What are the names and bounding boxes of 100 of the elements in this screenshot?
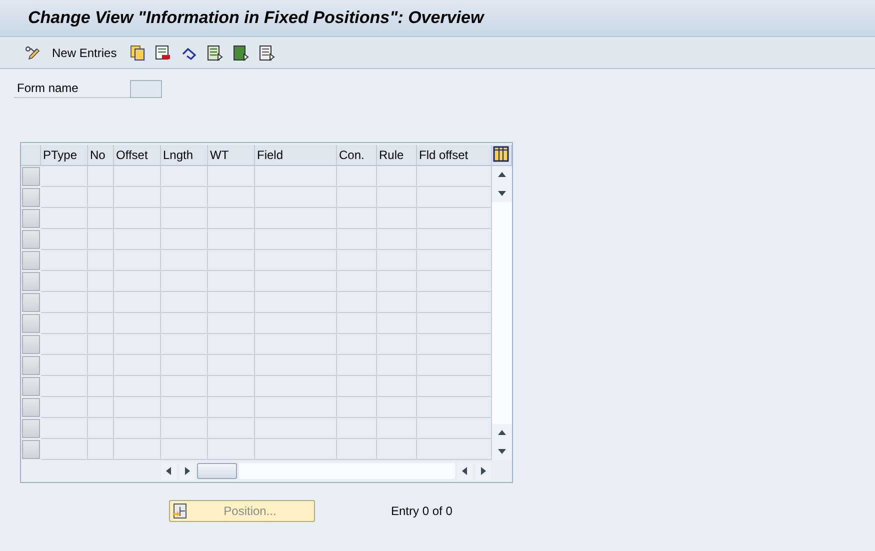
scroll-right-button[interactable]	[179, 462, 195, 480]
table-cell[interactable]	[41, 208, 88, 229]
table-cell[interactable]	[337, 292, 377, 313]
row-selector[interactable]	[22, 293, 40, 312]
table-cell[interactable]	[377, 187, 417, 208]
column-header[interactable]: Field	[255, 145, 337, 166]
table-cell[interactable]	[114, 229, 161, 250]
table-cell[interactable]	[88, 313, 114, 334]
table-cell[interactable]	[337, 418, 377, 439]
column-header[interactable]: No	[88, 145, 114, 166]
row-selector[interactable]	[22, 419, 40, 438]
table-cell[interactable]	[337, 250, 377, 271]
table-cell[interactable]	[161, 334, 208, 355]
table-cell[interactable]	[208, 334, 255, 355]
table-cell[interactable]	[208, 376, 255, 397]
table-cell[interactable]	[208, 397, 255, 418]
table-cell[interactable]	[337, 271, 377, 292]
table-cell[interactable]	[41, 187, 88, 208]
table-cell[interactable]	[114, 166, 161, 187]
table-cell[interactable]	[41, 418, 88, 439]
scroll-right-button[interactable]	[475, 462, 491, 480]
table-cell[interactable]	[377, 397, 417, 418]
table-cell[interactable]	[377, 313, 417, 334]
new-entries-button[interactable]: New Entries	[48, 42, 121, 64]
table-cell[interactable]	[114, 418, 161, 439]
table-cell[interactable]	[255, 313, 337, 334]
table-cell[interactable]	[88, 292, 114, 313]
table-cell[interactable]	[255, 229, 337, 250]
table-cell[interactable]	[161, 208, 208, 229]
table-cell[interactable]	[161, 376, 208, 397]
table-cell[interactable]	[114, 334, 161, 355]
table-cell[interactable]	[255, 187, 337, 208]
table-cell[interactable]	[208, 439, 255, 460]
table-cell[interactable]	[88, 334, 114, 355]
table-cell[interactable]	[255, 166, 337, 187]
column-settings-icon[interactable]	[492, 145, 510, 163]
table-cell[interactable]	[88, 229, 114, 250]
table-cell[interactable]	[255, 418, 337, 439]
table-cell[interactable]	[377, 439, 417, 460]
table-cell[interactable]	[337, 376, 377, 397]
table-cell[interactable]	[41, 229, 88, 250]
table-cell[interactable]	[208, 229, 255, 250]
table-cell[interactable]	[161, 397, 208, 418]
table-cell[interactable]	[337, 334, 377, 355]
table-cell[interactable]	[161, 439, 208, 460]
column-header[interactable]: WT	[208, 145, 255, 166]
list-select-icon[interactable]	[256, 42, 277, 62]
table-cell[interactable]	[208, 208, 255, 229]
row-selector[interactable]	[22, 356, 40, 375]
row-selector[interactable]	[22, 272, 40, 291]
table-cell[interactable]	[255, 397, 337, 418]
table-cell[interactable]	[88, 376, 114, 397]
row-selector[interactable]	[22, 398, 40, 417]
table-cell[interactable]	[41, 250, 88, 271]
table-cell[interactable]	[88, 187, 114, 208]
row-selector[interactable]	[22, 188, 40, 207]
scroll-down-button[interactable]	[492, 442, 512, 460]
scroll-left-button[interactable]	[161, 462, 177, 480]
table-cell[interactable]	[337, 208, 377, 229]
table-cell[interactable]	[41, 376, 88, 397]
form-name-field[interactable]	[130, 80, 162, 98]
table-cell[interactable]	[377, 166, 417, 187]
table-cell[interactable]	[377, 208, 417, 229]
table-cell[interactable]	[377, 334, 417, 355]
table-cell[interactable]	[377, 229, 417, 250]
row-selector[interactable]	[22, 377, 40, 396]
table-cell[interactable]	[337, 355, 377, 376]
table-cell[interactable]	[161, 292, 208, 313]
table-cell[interactable]	[41, 334, 88, 355]
table-cell[interactable]	[88, 208, 114, 229]
column-header[interactable]: Offset	[114, 145, 161, 166]
table-cell[interactable]	[255, 271, 337, 292]
table-cell[interactable]	[114, 313, 161, 334]
table-cell[interactable]	[114, 208, 161, 229]
table-cell[interactable]	[161, 355, 208, 376]
table-cell[interactable]	[337, 397, 377, 418]
table-cell[interactable]	[88, 355, 114, 376]
row-selector[interactable]	[22, 251, 40, 270]
table-cell[interactable]	[337, 439, 377, 460]
table-cell[interactable]	[88, 397, 114, 418]
table-cell[interactable]	[208, 187, 255, 208]
column-header[interactable]: Fld offset	[417, 145, 492, 166]
scroll-up-button[interactable]	[492, 166, 512, 184]
table-cell[interactable]	[255, 439, 337, 460]
table-cell[interactable]	[41, 355, 88, 376]
column-header[interactable]: PType	[41, 145, 88, 166]
row-selector[interactable]	[22, 440, 40, 459]
table-cell[interactable]	[255, 334, 337, 355]
table-cell[interactable]	[114, 355, 161, 376]
row-selector[interactable]	[22, 335, 40, 354]
table-cell[interactable]	[208, 355, 255, 376]
table-cell[interactable]	[88, 271, 114, 292]
scrollbar-thumb[interactable]	[197, 463, 237, 479]
table-cell[interactable]	[41, 439, 88, 460]
table-cell[interactable]	[114, 397, 161, 418]
column-header[interactable]: Rule	[377, 145, 417, 166]
table-cell[interactable]	[114, 439, 161, 460]
table-cell[interactable]	[41, 166, 88, 187]
table-cell[interactable]	[377, 355, 417, 376]
table-cell[interactable]	[208, 250, 255, 271]
